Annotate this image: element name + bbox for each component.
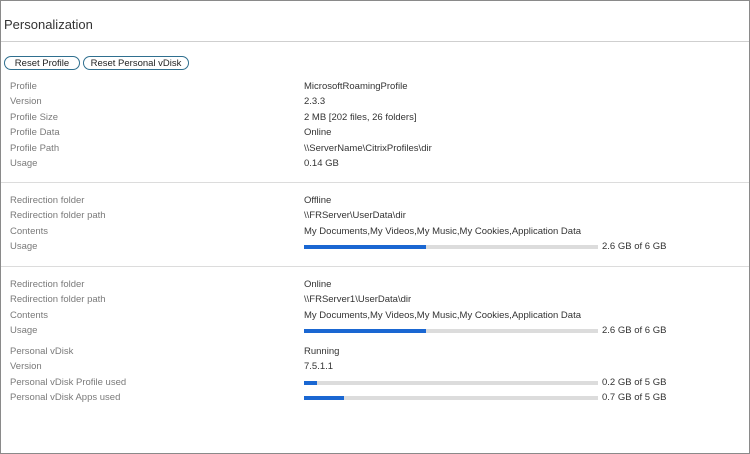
vdisk-apps-used-label: Personal vDisk Apps used bbox=[10, 392, 121, 403]
redirection-folder-status: Online bbox=[304, 279, 332, 290]
profile-usage-row: Usage 0.14 GB bbox=[1, 156, 749, 172]
usage-bar-fill bbox=[304, 381, 317, 385]
redirection-folder-row: Redirection folder Online bbox=[1, 277, 749, 293]
profile-path-row: Profile Path \\ServerName\CitrixProfiles… bbox=[1, 141, 749, 157]
redirection-path-row: Redirection folder path \\FRServer\UserD… bbox=[1, 208, 749, 224]
profile-usage-label: Usage bbox=[10, 158, 38, 169]
profile-label: Profile bbox=[10, 81, 37, 92]
vdisk-version-label: Version bbox=[10, 361, 42, 372]
profile-version-label: Version bbox=[10, 96, 42, 107]
redirection-path-value: \\FRServer1\UserData\dir bbox=[304, 294, 412, 305]
redirection-folder-status: Offline bbox=[304, 195, 332, 206]
vdisk-profile-used-label: Personal vDisk Profile used bbox=[10, 377, 127, 388]
vdisk-status-row: Personal vDisk Running bbox=[1, 344, 749, 360]
profile-usage-value: 0.14 GB bbox=[304, 158, 339, 169]
redirection-contents-row: Contents My Documents,My Videos,My Music… bbox=[1, 308, 749, 324]
redirection-contents-row: Contents My Documents,My Videos,My Music… bbox=[1, 224, 749, 240]
redirection-usage-text: 2.6 GB of 6 GB bbox=[602, 241, 667, 252]
profile-path-value: \\ServerName\CitrixProfiles\dir bbox=[304, 143, 432, 154]
profile-data-value: Online bbox=[304, 127, 332, 138]
vdisk-apps-used-bar bbox=[304, 396, 598, 400]
redirection-folder-row: Redirection folder Offline bbox=[1, 193, 749, 209]
vdisk-label: Personal vDisk bbox=[10, 346, 74, 357]
usage-bar-fill bbox=[304, 245, 426, 249]
vdisk-profile-used-row: Personal vDisk Profile used 0.2 GB of 5 … bbox=[1, 375, 749, 391]
redirection-usage-bar bbox=[304, 329, 598, 333]
profile-data-label: Profile Data bbox=[10, 127, 60, 138]
section-divider bbox=[1, 182, 749, 183]
redirection-path-value: \\FRServer\UserData\dir bbox=[304, 210, 406, 221]
vdisk-profile-used-bar bbox=[304, 381, 598, 385]
redirection-contents-label: Contents bbox=[10, 310, 49, 321]
redirection-contents-value: My Documents,My Videos,My Music,My Cooki… bbox=[304, 226, 582, 237]
personalization-panel: Personalization Reset Profile Reset Pers… bbox=[0, 0, 750, 454]
redirection-contents-label: Contents bbox=[10, 226, 49, 237]
redirection-usage-row: Usage 2.6 GB of 6 GB bbox=[1, 323, 749, 339]
usage-bar-fill bbox=[304, 329, 426, 333]
redirection-usage-label: Usage bbox=[10, 241, 38, 252]
vdisk-apps-used-text: 0.7 GB of 5 GB bbox=[602, 392, 667, 403]
vdisk-version-value: 7.5.1.1 bbox=[304, 361, 334, 372]
profile-version-value: 2.3.3 bbox=[304, 96, 326, 107]
usage-bar-fill bbox=[304, 396, 344, 400]
profile-data-row: Profile Data Online bbox=[1, 125, 749, 141]
redirection-contents-value: My Documents,My Videos,My Music,My Cooki… bbox=[304, 310, 582, 321]
redirection-folder-label: Redirection folder bbox=[10, 195, 85, 206]
redirection-folder-label: Redirection folder bbox=[10, 279, 85, 290]
redirection-usage-text: 2.6 GB of 6 GB bbox=[602, 325, 667, 336]
vdisk-status-value: Running bbox=[304, 346, 340, 357]
redirection-usage-bar bbox=[304, 245, 598, 249]
profile-path-label: Profile Path bbox=[10, 143, 60, 154]
title-divider bbox=[1, 41, 749, 42]
panel-title: Personalization bbox=[4, 17, 93, 32]
redirection-path-label: Redirection folder path bbox=[10, 210, 106, 221]
redirection-path-row: Redirection folder path \\FRServer1\User… bbox=[1, 292, 749, 308]
profile-size-value: 2 MB [202 files, 26 folders] bbox=[304, 112, 417, 123]
redirection-usage-label: Usage bbox=[10, 325, 38, 336]
profile-value: MicrosoftRoamingProfile bbox=[304, 81, 408, 92]
profile-size-label: Profile Size bbox=[10, 112, 59, 123]
reset-profile-button[interactable]: Reset Profile bbox=[4, 56, 80, 70]
vdisk-apps-used-row: Personal vDisk Apps used 0.7 GB of 5 GB bbox=[1, 390, 749, 406]
redirection-path-label: Redirection folder path bbox=[10, 294, 106, 305]
profile-version-row: Version 2.3.3 bbox=[1, 94, 749, 110]
vdisk-profile-used-text: 0.2 GB of 5 GB bbox=[602, 377, 667, 388]
reset-personal-vdisk-button[interactable]: Reset Personal vDisk bbox=[83, 56, 189, 70]
vdisk-version-row: Version 7.5.1.1 bbox=[1, 359, 749, 375]
profile-size-row: Profile Size 2 MB [202 files, 26 folders… bbox=[1, 110, 749, 126]
profile-row: Profile MicrosoftRoamingProfile bbox=[1, 79, 749, 95]
section-divider bbox=[1, 266, 749, 267]
redirection-usage-row: Usage 2.6 GB of 6 GB bbox=[1, 239, 749, 255]
